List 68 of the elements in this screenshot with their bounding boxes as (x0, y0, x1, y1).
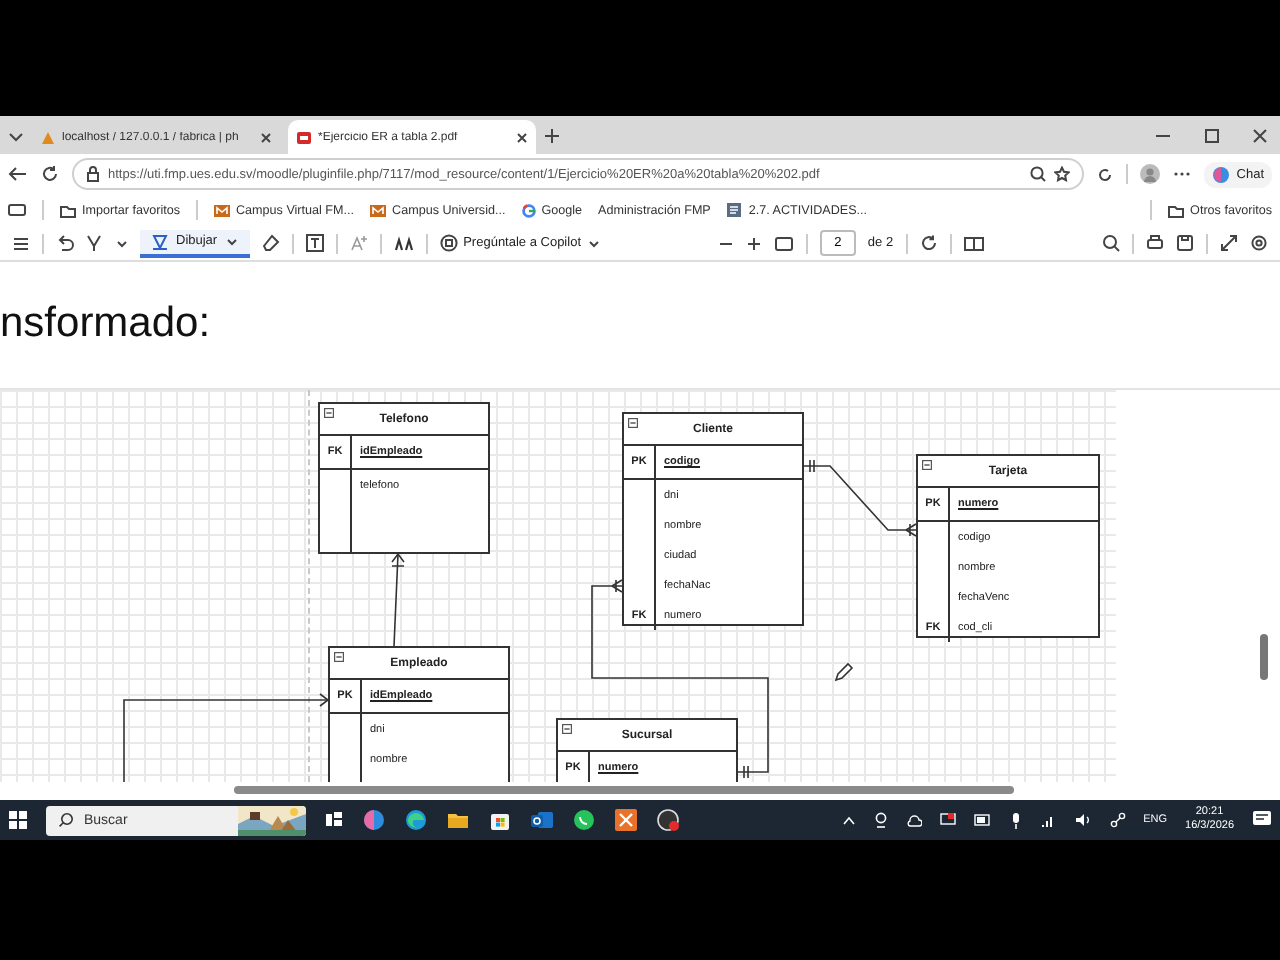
collapse-icon (628, 418, 638, 429)
folder-icon (60, 203, 76, 217)
list-icon[interactable] (12, 235, 30, 251)
site-icon (214, 203, 230, 217)
windows-icon[interactable] (8, 810, 28, 830)
fit-page-icon[interactable] (773, 235, 794, 251)
collapse-icon (334, 652, 344, 663)
save-icon[interactable] (1176, 234, 1194, 252)
close-icon[interactable] (516, 131, 528, 143)
collapse-icon (324, 408, 334, 419)
network-icon[interactable] (1109, 812, 1126, 828)
collapse-icon (562, 724, 572, 735)
page-view-icon[interactable] (963, 235, 984, 251)
signal-icon[interactable] (1039, 813, 1056, 827)
close-icon[interactable] (260, 131, 272, 143)
app-icon[interactable] (614, 808, 638, 832)
folder-icon[interactable] (446, 808, 470, 832)
cloud-icon[interactable] (905, 813, 922, 827)
reload-icon[interactable] (40, 164, 60, 184)
chevron-up-icon[interactable] (841, 813, 856, 827)
back-icon[interactable] (8, 164, 28, 184)
chevron-down-icon[interactable] (116, 237, 128, 249)
print-icon[interactable] (1146, 234, 1164, 252)
chevron-down-icon[interactable] (8, 127, 24, 143)
document-heading: nsformado: (0, 302, 211, 344)
speaker-icon[interactable] (1073, 812, 1092, 828)
pdf-icon (296, 129, 312, 145)
undo-icon[interactable] (56, 234, 74, 252)
zoom-in-icon[interactable] (745, 235, 762, 251)
document-icon (726, 202, 743, 218)
more-icon[interactable] (1172, 170, 1193, 178)
chevron-down-icon (587, 237, 599, 249)
search-icon[interactable] (1102, 234, 1120, 252)
font-size-icon[interactable] (349, 234, 368, 252)
chevron-down-icon (225, 235, 238, 247)
star-icon[interactable] (1054, 166, 1071, 182)
battery-icon[interactable] (973, 814, 992, 826)
search-icon (58, 812, 74, 828)
plus-icon[interactable] (544, 127, 560, 143)
recorder-icon[interactable] (656, 808, 680, 832)
avatar-icon[interactable] (1140, 164, 1161, 184)
monitor-icon[interactable] (939, 812, 956, 828)
text-box-icon[interactable] (305, 234, 324, 252)
copilot-icon (1212, 165, 1231, 183)
collapse-icon (922, 460, 932, 471)
scrollbar-thumb[interactable] (234, 786, 1014, 795)
pencil-icon (834, 662, 854, 683)
pen-icon (152, 233, 168, 249)
notification-icon[interactable] (1252, 810, 1272, 830)
store-icon[interactable] (488, 808, 512, 832)
browser-icon[interactable] (404, 808, 428, 832)
copilot-icon (439, 234, 458, 252)
mail-icon[interactable] (530, 808, 554, 832)
rotate-icon[interactable] (919, 234, 938, 252)
microphone-icon[interactable] (1009, 811, 1022, 829)
chat-bubble-icon[interactable] (572, 808, 596, 832)
site-icon (370, 203, 387, 217)
expand-icon[interactable] (1220, 234, 1238, 252)
webcam-icon[interactable] (873, 812, 888, 828)
lock-icon (86, 166, 100, 182)
google-icon (521, 203, 536, 217)
task-view-icon[interactable] (324, 810, 344, 830)
zoom-icon[interactable] (1030, 166, 1047, 182)
eraser-icon[interactable] (261, 234, 280, 252)
folder-icon (1168, 203, 1185, 217)
settings-icon[interactable] (1250, 234, 1268, 252)
scrollbar-thumb[interactable] (1260, 634, 1268, 681)
copilot-icon[interactable] (362, 808, 386, 832)
